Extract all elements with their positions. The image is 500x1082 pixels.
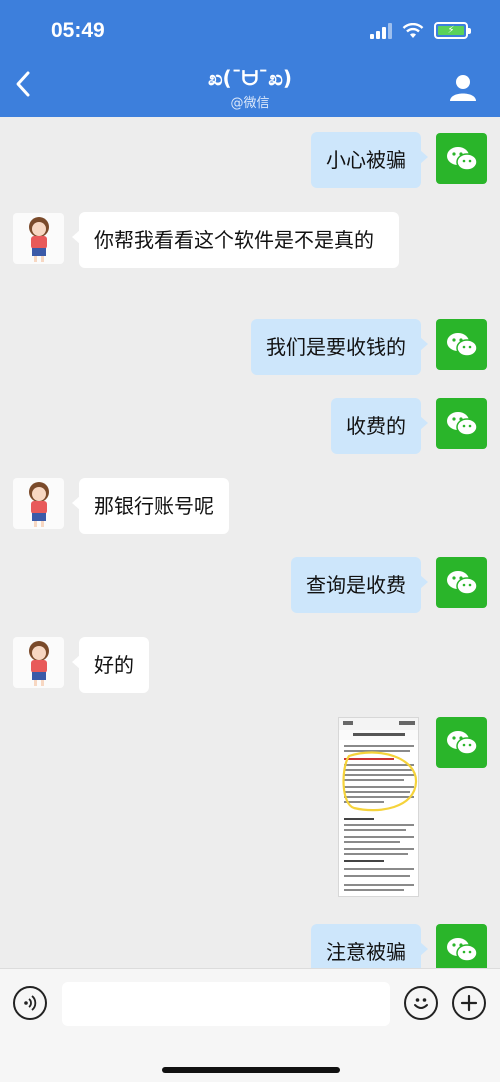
plus-icon bbox=[460, 994, 478, 1012]
message-bubble-received[interactable]: 你帮我看看这个软件是不是真的 bbox=[72, 212, 399, 268]
my-avatar[interactable] bbox=[436, 557, 487, 608]
screenshot-thumbnail bbox=[339, 718, 418, 891]
chat-title-block: ಖ(¯ᗨ¯ಖ) @微信 bbox=[0, 66, 500, 111]
emoji-icon bbox=[414, 998, 428, 1009]
person-icon bbox=[450, 75, 476, 101]
message-input[interactable] bbox=[62, 982, 390, 1026]
message-bubble-received[interactable]: 好的 bbox=[72, 637, 149, 693]
contact-avatar[interactable] bbox=[13, 213, 64, 264]
chat-area[interactable]: 小心被骗 你帮我看看这个软件是不是真的 我们是要收钱的 收费的 那银行账号呢 查… bbox=[0, 117, 500, 968]
my-avatar[interactable] bbox=[436, 717, 487, 768]
chat-header: 05:49 ⚡ ಖ(¯ᗨ¯ಖ) @微信 bbox=[0, 0, 500, 117]
wifi-icon bbox=[402, 22, 424, 38]
voice-icon bbox=[24, 995, 37, 1011]
message-bubble-received[interactable]: 那银行账号呢 bbox=[72, 478, 229, 534]
message-bubble-sent[interactable]: 收费的 bbox=[331, 398, 428, 454]
wechat-icon bbox=[446, 411, 478, 436]
my-avatar[interactable] bbox=[436, 924, 487, 968]
girl-avatar-icon bbox=[29, 641, 49, 686]
profile-button[interactable] bbox=[448, 72, 478, 102]
status-time: 05:49 bbox=[51, 19, 105, 42]
girl-avatar-icon bbox=[29, 482, 49, 527]
chat-subtitle: @微信 bbox=[230, 96, 270, 111]
contact-avatar[interactable] bbox=[13, 637, 64, 688]
home-indicator[interactable] bbox=[162, 1067, 340, 1073]
wechat-icon bbox=[446, 730, 478, 755]
image-message[interactable] bbox=[338, 717, 419, 897]
my-avatar[interactable] bbox=[436, 319, 487, 370]
wechat-icon bbox=[446, 570, 478, 595]
voice-button[interactable] bbox=[13, 986, 47, 1020]
emoji-button[interactable] bbox=[404, 986, 438, 1020]
contact-avatar[interactable] bbox=[13, 478, 64, 529]
girl-avatar-icon bbox=[29, 217, 49, 262]
my-avatar[interactable] bbox=[436, 133, 487, 184]
message-bubble-sent[interactable]: 我们是要收钱的 bbox=[251, 319, 428, 375]
battery-icon: ⚡ bbox=[434, 22, 471, 39]
chat-title: ಖ(¯ᗨ¯ಖ) bbox=[207, 66, 292, 90]
signal-icon bbox=[370, 22, 392, 39]
message-bubble-sent[interactable]: 注意被骗 bbox=[311, 924, 428, 968]
message-bubble-sent[interactable]: 小心被骗 bbox=[311, 132, 428, 188]
wechat-icon bbox=[446, 146, 478, 171]
more-button[interactable] bbox=[452, 986, 486, 1020]
message-input-bar bbox=[0, 968, 500, 1082]
wechat-icon bbox=[446, 332, 478, 357]
message-bubble-sent[interactable]: 查询是收费 bbox=[291, 557, 428, 613]
status-icons: ⚡ bbox=[370, 22, 471, 39]
wechat-icon bbox=[446, 937, 478, 962]
my-avatar[interactable] bbox=[436, 398, 487, 449]
